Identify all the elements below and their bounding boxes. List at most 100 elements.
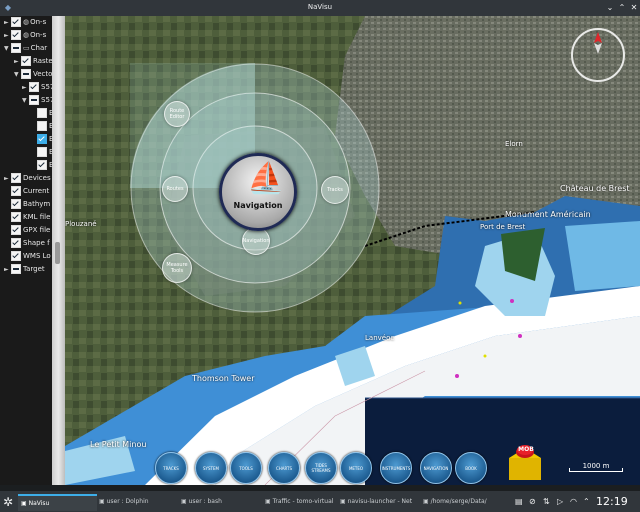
layer-item[interactable]: ► Raste bbox=[14, 55, 52, 67]
layer-checkbox[interactable] bbox=[11, 17, 21, 27]
expand-arrow-icon[interactable]: ► bbox=[4, 30, 11, 42]
layer-checkbox[interactable] bbox=[11, 199, 21, 209]
taskbar-task[interactable]: ▣ user : Dolphin bbox=[96, 494, 179, 509]
layer-checkbox[interactable] bbox=[11, 238, 21, 248]
application-launcher-icon[interactable]: ✲ bbox=[3, 495, 13, 509]
layer-label: On-s bbox=[30, 18, 47, 26]
map-label-plouzane: Plouzané bbox=[65, 220, 97, 228]
sailboat-icon: ⛵ bbox=[247, 161, 285, 196]
navigation-small-label: Navigation bbox=[242, 238, 270, 244]
collapse-arrow-icon[interactable]: ▼ bbox=[22, 95, 29, 107]
layer-item[interactable]: E bbox=[30, 146, 52, 158]
updates-icon[interactable]: ⊘ bbox=[529, 494, 536, 509]
scale-bar: 1000 m bbox=[569, 462, 623, 472]
media-icon[interactable]: ▷ bbox=[557, 494, 563, 509]
layer-item[interactable]: ▼ ▭Char bbox=[4, 42, 47, 54]
minimize-icon[interactable]: ⌄ bbox=[604, 2, 616, 14]
tracks-dock-button[interactable]: TRACKS bbox=[155, 452, 187, 484]
close-icon[interactable]: ✕ bbox=[628, 2, 640, 14]
measure-tools-button[interactable]: Measure Tools bbox=[162, 253, 192, 283]
layer-item[interactable]: E bbox=[30, 133, 52, 145]
layer-checkbox[interactable] bbox=[11, 251, 21, 261]
expand-arrow-icon[interactable]: ► bbox=[4, 173, 11, 185]
layer-item[interactable]: ► S57 bbox=[22, 81, 52, 93]
instruments-dock-button-label: INSTRUMENTS bbox=[381, 465, 411, 471]
navigation-center-button[interactable]: ⛵ Navigation bbox=[219, 153, 297, 231]
layer-item[interactable]: E bbox=[30, 159, 52, 171]
compass[interactable] bbox=[571, 28, 625, 82]
layer-item[interactable]: Bathym bbox=[4, 198, 50, 210]
layer-checkbox[interactable] bbox=[37, 147, 47, 157]
expand-arrow-icon[interactable]: ► bbox=[4, 264, 11, 276]
mob-label: MOB bbox=[518, 446, 534, 453]
expand-arrow-icon[interactable]: ► bbox=[22, 82, 29, 94]
taskbar-task[interactable]: ▣ Traffic - tomo-virtual bbox=[262, 494, 338, 509]
network-icon[interactable]: ⇅ bbox=[543, 494, 550, 509]
layer-checkbox[interactable] bbox=[37, 160, 47, 170]
wifi-icon[interactable]: ◠ bbox=[570, 494, 577, 509]
layer-item[interactable]: ► Target bbox=[4, 263, 45, 275]
collapse-arrow-icon[interactable]: ▼ bbox=[4, 43, 11, 55]
panel-splitter[interactable] bbox=[52, 16, 65, 485]
layer-checkbox[interactable] bbox=[11, 212, 21, 222]
expand-arrow-icon[interactable]: ► bbox=[4, 17, 11, 29]
layer-item[interactable]: Shape f bbox=[4, 237, 50, 249]
layer-item[interactable]: GPX file bbox=[4, 224, 50, 236]
taskbar-task[interactable]: ▣ navisu-launcher - Net bbox=[337, 494, 421, 509]
taskbar-task[interactable]: ▣ NaVisu bbox=[18, 494, 97, 511]
layer-checkbox[interactable] bbox=[29, 95, 39, 105]
scale-line bbox=[569, 468, 623, 472]
layer-checkbox[interactable] bbox=[29, 82, 39, 92]
splitter-handle[interactable] bbox=[55, 242, 60, 264]
layer-checkbox[interactable] bbox=[37, 134, 47, 144]
layer-label: Vecto bbox=[33, 70, 52, 78]
layer-item[interactable]: KML file bbox=[4, 211, 50, 223]
layer-checkbox[interactable] bbox=[21, 69, 31, 79]
collapse-arrow-icon[interactable]: ▼ bbox=[14, 69, 21, 81]
layer-checkbox[interactable] bbox=[11, 173, 21, 183]
layer-label: Devices bbox=[23, 174, 51, 182]
routes-button[interactable]: Routes bbox=[162, 176, 188, 202]
maximize-icon[interactable]: ⌃ bbox=[616, 2, 628, 14]
tracks-button[interactable]: Tracks bbox=[321, 176, 349, 204]
layer-checkbox[interactable] bbox=[11, 43, 21, 53]
tools-dock-button[interactable]: TOOLS bbox=[230, 452, 262, 484]
taskbar-task[interactable]: ▣ /home/serge/Data/ bbox=[420, 494, 505, 509]
layer-checkbox[interactable] bbox=[37, 121, 47, 131]
layer-item[interactable]: ► ◍On-s bbox=[4, 29, 46, 41]
tides-streams-dock-button[interactable]: TIDES STREAMS bbox=[305, 452, 337, 484]
navigation-dock-button[interactable]: NAVIGATION bbox=[420, 452, 452, 484]
layer-label: S57 bbox=[41, 83, 52, 91]
taskbar-task[interactable]: ▣ user : bash bbox=[178, 494, 263, 509]
tools-dock-button-label: TOOLS bbox=[239, 465, 253, 471]
layer-item[interactable]: ▼ S57 bbox=[22, 94, 52, 106]
layer-checkbox[interactable] bbox=[21, 56, 31, 66]
route-editor-button[interactable]: Route Editor bbox=[164, 101, 190, 127]
layer-item[interactable]: Current bbox=[4, 185, 49, 197]
layer-item[interactable]: ► Devices bbox=[4, 172, 51, 184]
expand-arrow-icon[interactable]: ► bbox=[14, 56, 21, 68]
layer-checkbox[interactable] bbox=[11, 186, 21, 196]
layer-item[interactable]: WMS Lo bbox=[4, 250, 51, 262]
layer-checkbox[interactable] bbox=[37, 108, 47, 118]
instruments-dock-button[interactable]: INSTRUMENTS bbox=[380, 452, 412, 484]
system-dock-button[interactable]: SYSTEM bbox=[195, 452, 227, 484]
layer-item[interactable]: ► ◍On-s bbox=[4, 16, 46, 28]
navigation-small-button[interactable]: Navigation bbox=[242, 227, 270, 255]
layer-checkbox[interactable] bbox=[11, 30, 21, 40]
layer-item[interactable]: E bbox=[30, 120, 52, 132]
clock[interactable]: 12:19 bbox=[596, 494, 628, 509]
terminal-icon: ▣ bbox=[181, 498, 189, 505]
layer-item[interactable]: ▼ Vecto bbox=[14, 68, 52, 80]
taskbar-task-label: NaVisu bbox=[28, 500, 50, 507]
clipboard-icon[interactable]: ▤ bbox=[515, 494, 523, 509]
expand-tray-icon[interactable]: ⌃ bbox=[583, 494, 590, 509]
layer-checkbox[interactable] bbox=[11, 264, 21, 274]
layer-item[interactable]: E bbox=[30, 107, 52, 119]
book-dock-button-label: BOOK bbox=[465, 465, 477, 471]
meteo-dock-button[interactable]: METEO bbox=[340, 452, 372, 484]
tracks-dock-button-label: TRACKS bbox=[163, 465, 179, 471]
layer-checkbox[interactable] bbox=[11, 225, 21, 235]
book-dock-button[interactable]: BOOK bbox=[455, 452, 487, 484]
charts-dock-button[interactable]: CHARTS bbox=[268, 452, 300, 484]
